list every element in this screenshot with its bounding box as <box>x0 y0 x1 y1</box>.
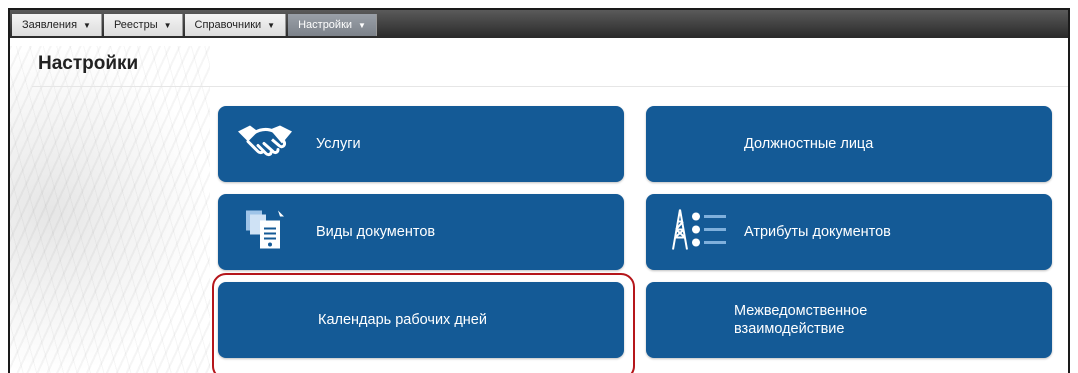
nav-menu-label: Заявления <box>22 19 78 31</box>
caret-down-icon: ▼ <box>163 20 172 30</box>
nav-menu-reestry[interactable]: Реестры ▼ <box>103 14 183 36</box>
nav-menu-nastroyki[interactable]: Настройки ▼ <box>288 14 377 36</box>
tower-list-icon <box>670 208 730 257</box>
tile-label: Должностные лица <box>744 136 874 152</box>
nav-menu-label: Реестры <box>113 19 158 31</box>
nav-menu-label: Настройки <box>298 19 353 31</box>
nav-menu-zayavleniya[interactable]: Заявления ▼ <box>12 14 102 36</box>
page-title: Настройки <box>38 53 139 74</box>
tile-vidy-dokumentov[interactable]: Виды документов <box>218 194 624 270</box>
top-navbar: Заявления ▼ Реестры ▼ Справочники ▼ Наст… <box>10 10 1068 38</box>
tile-mezhvedomstvennoe-vzaimodeystvie[interactable]: Межведомственное взаимодействие <box>646 282 1052 358</box>
tile-label: Календарь рабочих дней <box>318 312 487 328</box>
caret-down-icon: ▼ <box>267 20 276 30</box>
tile-atributy-dokumentov[interactable]: Атрибуты документов <box>646 194 1052 270</box>
documents-icon <box>244 209 288 256</box>
tile-label-line1: Межведомственное <box>734 303 868 319</box>
tile-uslugi[interactable]: Услуги <box>218 106 624 182</box>
tile-label-two-line: Межведомственное взаимодействие <box>734 302 867 338</box>
nav-menu-label: Справочники <box>194 19 262 31</box>
tile-kalendar-rabochikh-dney[interactable]: Календарь рабочих дней <box>218 282 624 358</box>
nav-menu-spravochniki[interactable]: Справочники ▼ <box>184 14 287 36</box>
tile-label: Услуги <box>316 136 361 152</box>
caret-down-icon: ▼ <box>83 20 91 30</box>
tile-label: Виды документов <box>316 224 436 240</box>
caret-down-icon: ▼ <box>358 20 366 30</box>
title-divider <box>32 86 1068 87</box>
background-decoration <box>10 46 210 373</box>
tile-label: Атрибуты документов <box>744 224 891 240</box>
tile-dolzhnostnye-litsa[interactable]: Должностные лица <box>646 106 1052 182</box>
handshake-icon <box>236 122 294 167</box>
app-frame: Заявления ▼ Реестры ▼ Справочники ▼ Наст… <box>8 8 1070 373</box>
tile-label-line2: взаимодействие <box>734 321 845 337</box>
